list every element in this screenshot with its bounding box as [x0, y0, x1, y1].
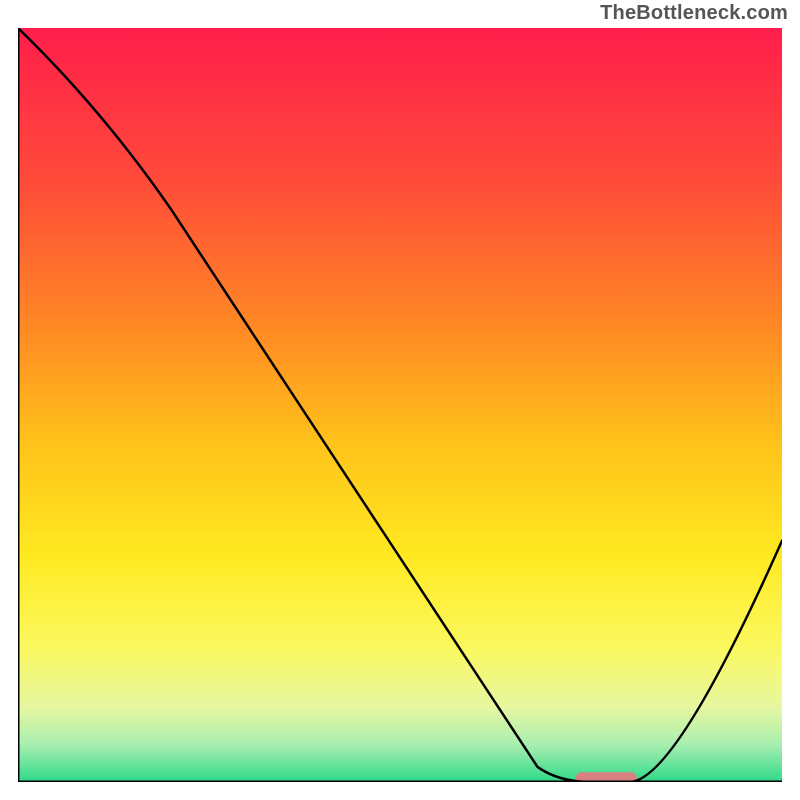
watermark-text: TheBottleneck.com	[600, 2, 788, 25]
bottleneck-chart	[18, 28, 782, 782]
plot-background	[18, 28, 782, 782]
chart-svg	[18, 28, 782, 782]
